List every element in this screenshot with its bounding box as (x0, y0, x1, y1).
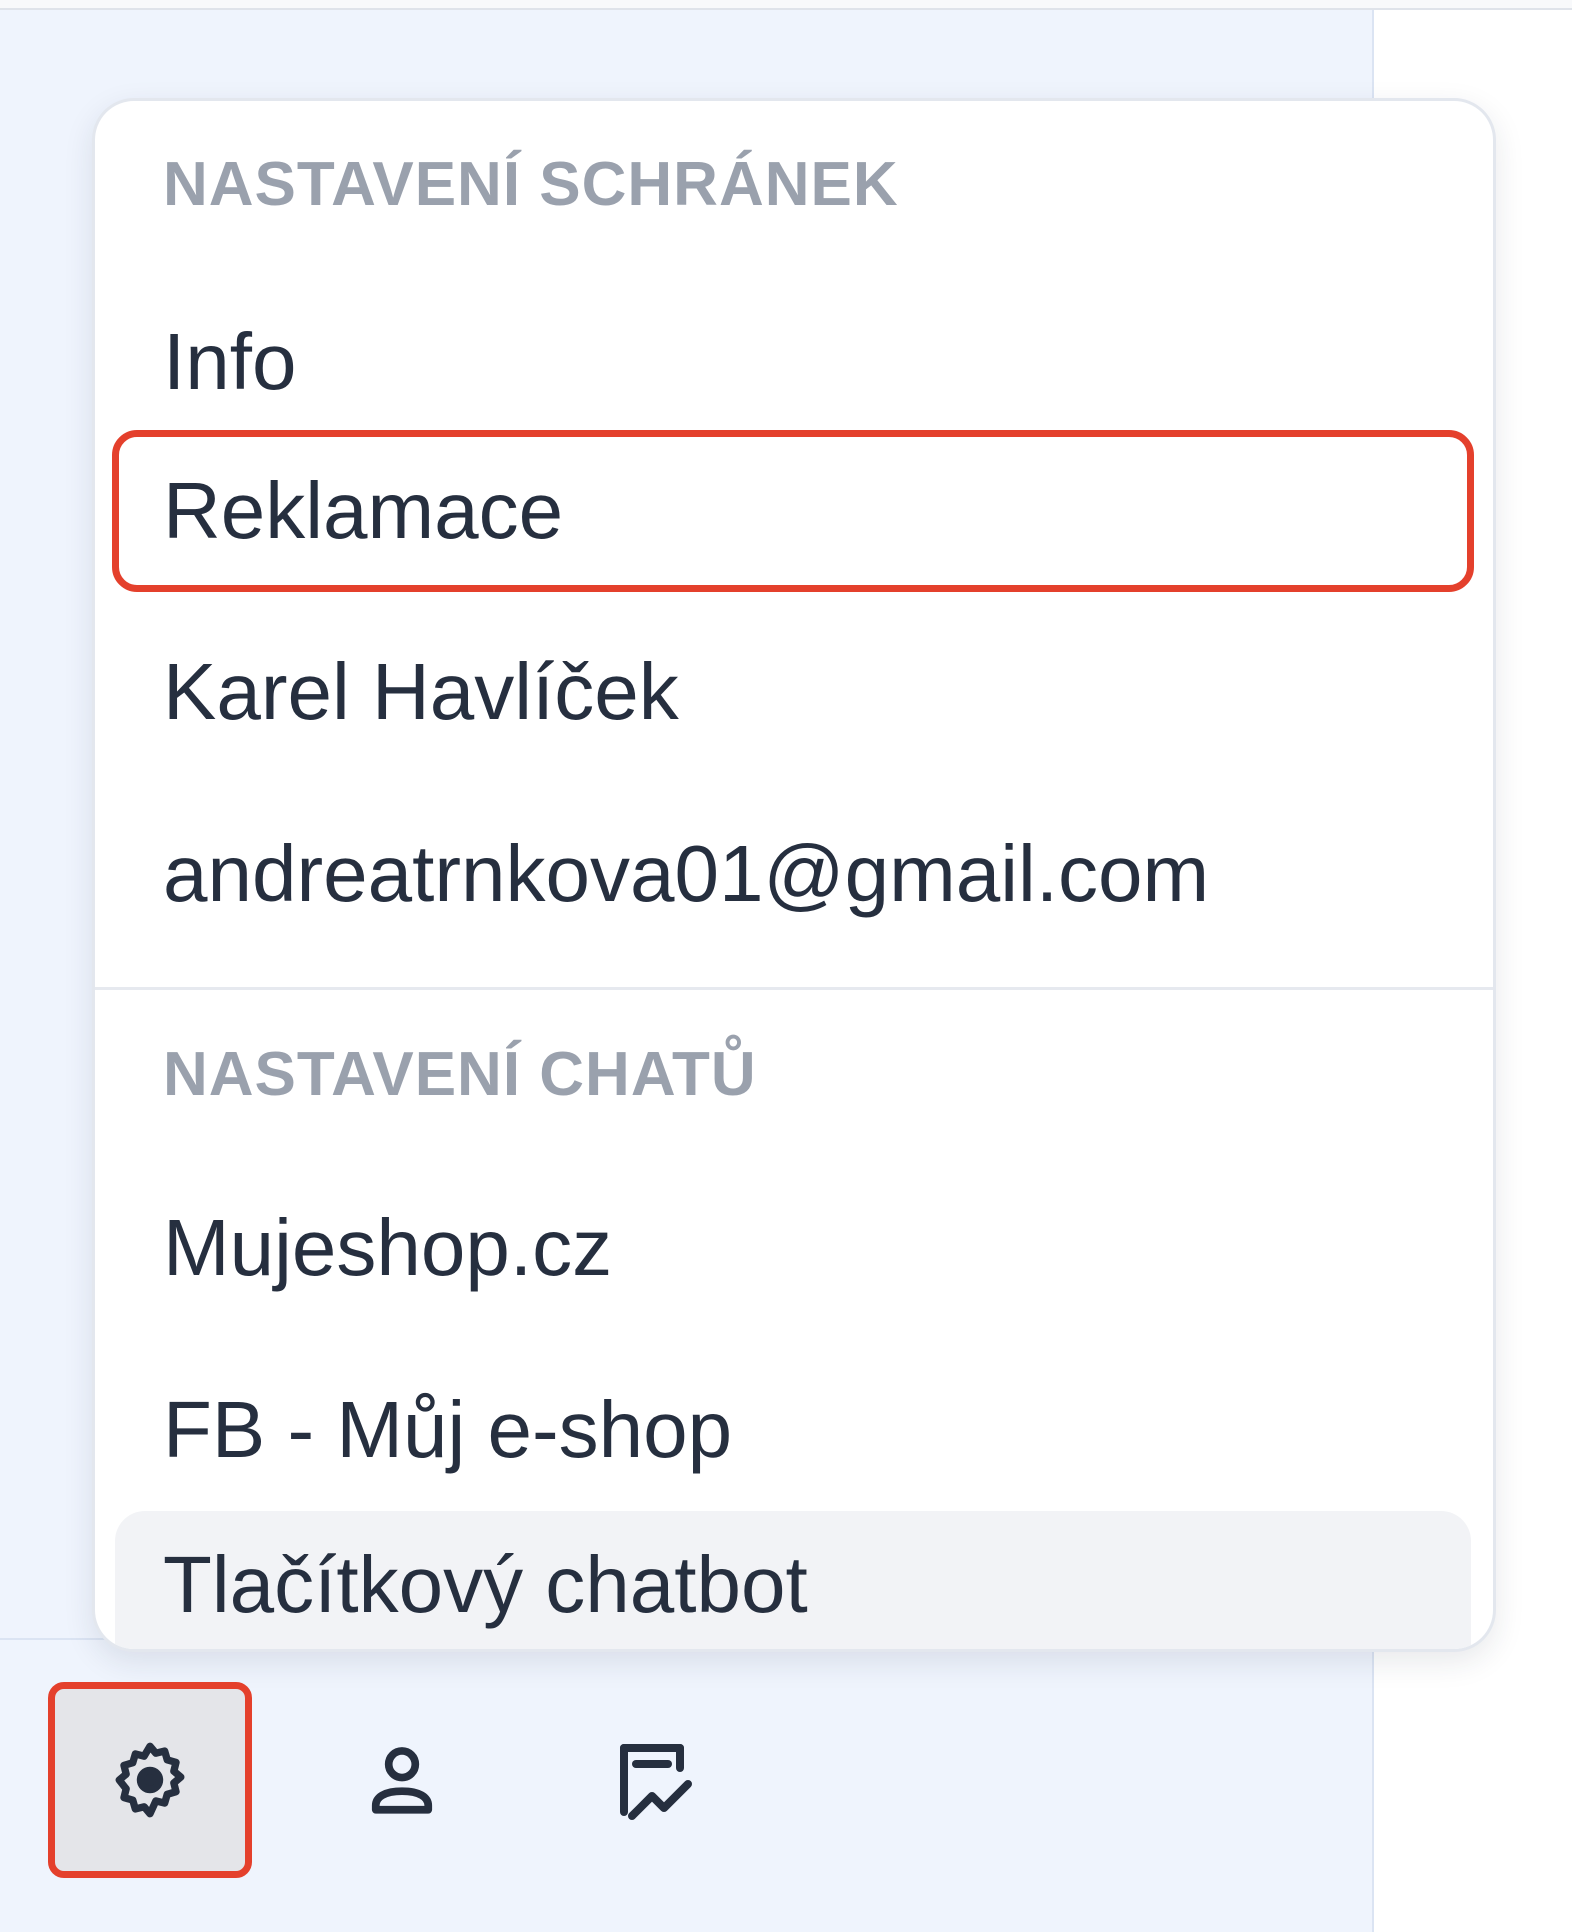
bottom-toolbar (0, 1630, 1372, 1932)
menu-item-fb-eshop[interactable]: FB - Můj e-shop (115, 1355, 1471, 1505)
menu-item-info[interactable]: Info (115, 287, 1471, 437)
user-icon (371, 1747, 433, 1814)
gear-icon (115, 1742, 185, 1818)
section-header-chats: NASTAVENÍ CHATŮ (163, 1040, 757, 1109)
settings-dropdown-menu: NASTAVENÍ SCHRÁNEK Info Reklamace Karel … (92, 98, 1496, 1652)
user-button[interactable] (312, 1692, 492, 1868)
section-divider (95, 987, 1493, 990)
settings-button[interactable] (48, 1682, 252, 1878)
section-header-mailboxes: NASTAVENÍ SCHRÁNEK (163, 150, 899, 219)
menu-item-karel-havlicek[interactable]: Karel Havlíček (115, 617, 1471, 767)
top-border (0, 0, 1572, 10)
reports-button[interactable] (566, 1692, 746, 1868)
menu-item-reklamace[interactable]: Reklamace (112, 430, 1474, 592)
chart-report-icon (620, 1744, 692, 1820)
menu-item-email-account[interactable]: andreatrnkova01@gmail.com (115, 799, 1471, 949)
menu-item-mujeshop[interactable]: Mujeshop.cz (115, 1173, 1471, 1323)
